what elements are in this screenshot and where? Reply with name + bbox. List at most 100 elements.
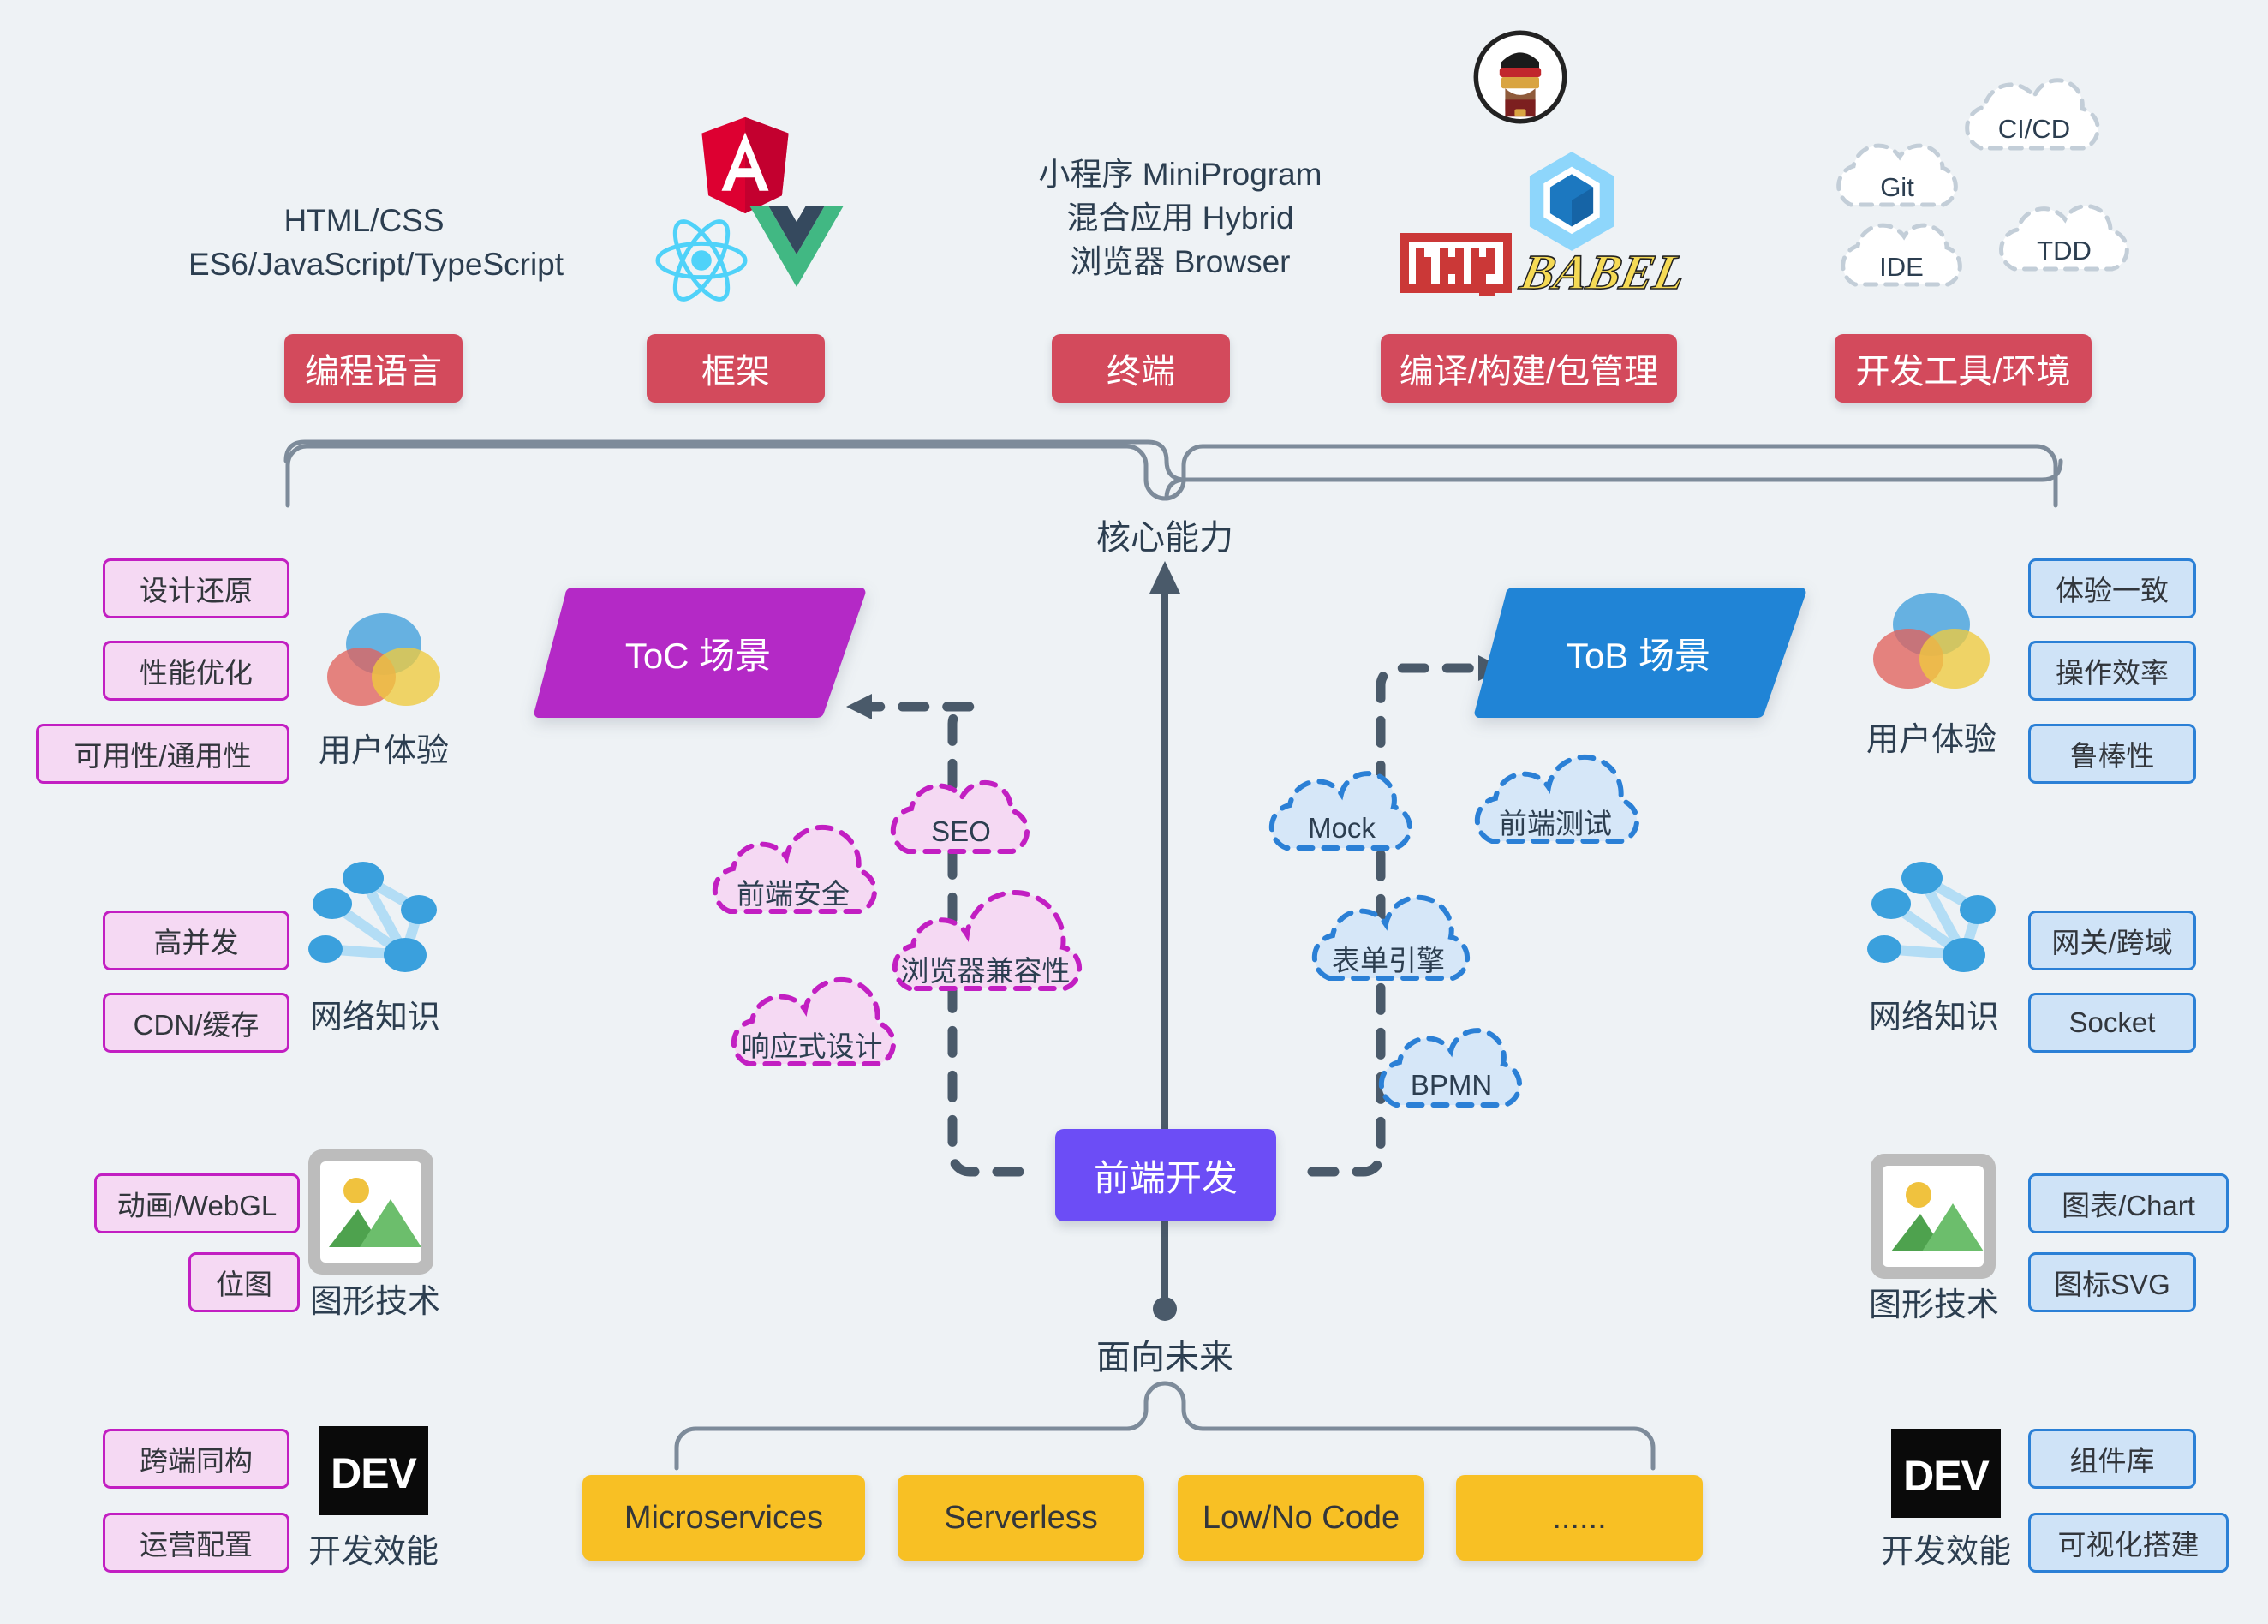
- tag-operation-config[interactable]: 运营配置: [103, 1513, 289, 1573]
- cloud-seo: SEO: [875, 779, 1047, 882]
- tag-label: 位图: [216, 1269, 272, 1300]
- toc-scenario-label: ToC 场景: [624, 635, 772, 676]
- tag-bitmap[interactable]: 位图: [188, 1252, 300, 1312]
- tag-high-concurrency[interactable]: 高并发: [103, 911, 289, 970]
- tag-animation-webgl[interactable]: 动画/WebGL: [94, 1173, 300, 1233]
- svg-text:DEV: DEV: [1903, 1452, 1990, 1500]
- section-caption-graphics-tech-right: 图形技术: [1868, 1287, 1999, 1323]
- caption-line: 混合应用 Hybrid: [1066, 200, 1294, 236]
- vue-logo-icon: [749, 206, 844, 287]
- category-chip-build-tooling[interactable]: 编译/构建/包管理: [1381, 334, 1677, 403]
- dev-badge-icon: DEV: [319, 1426, 428, 1515]
- dev-badge-icon-right: DEV: [1891, 1429, 2001, 1518]
- cloud-bpmn: BPMN: [1364, 1028, 1539, 1136]
- tag-gateway-cors[interactable]: 网关/跨域: [2028, 911, 2196, 970]
- tag-label: 可视化搭建: [2057, 1529, 2199, 1561]
- chip-label: 编译/构建/包管理: [1399, 353, 1659, 391]
- future-chip-low-no-code[interactable]: Low/No Code: [1178, 1475, 1424, 1561]
- chip-label: 框架: [701, 353, 770, 391]
- toc-scenario-shape[interactable]: ToC 场景: [531, 584, 866, 721]
- cloud-mock: Mock: [1254, 771, 1429, 879]
- cloud-responsive-design: 响应式设计: [713, 976, 911, 1095]
- cloud-form-engine: 表单引擎: [1293, 894, 1483, 1009]
- cloud-ide: IDE: [1824, 221, 1979, 313]
- grunt-logo-icon: [1473, 30, 1567, 124]
- core-capability-arrow: [1149, 561, 1180, 1138]
- terminal-caption: 小程序 MiniProgram 混合应用 Hybrid 浏览器 Browser: [966, 152, 1394, 284]
- bottom-bracket: [674, 1381, 1656, 1471]
- section-caption-user-experience-right: 用户体验: [1865, 722, 1996, 758]
- tob-scenario-shape[interactable]: ToB 场景: [1471, 584, 1806, 721]
- tag-label: 运营配置: [140, 1529, 253, 1561]
- venn-diagram-icon-right: [1869, 578, 1993, 702]
- section-caption-dev-efficiency-left: 开发效能: [307, 1534, 439, 1570]
- tag-label: 图标SVG: [2054, 1269, 2170, 1300]
- tag-label: Socket: [2068, 1006, 2156, 1038]
- tag-cross-platform-isomorphic[interactable]: 跨端同构: [103, 1429, 289, 1489]
- tag-operation-efficiency[interactable]: 操作效率: [2028, 641, 2196, 701]
- tag-usability-generality[interactable]: 可用性/通用性: [36, 724, 289, 784]
- svg-text:BABEL: BABEL: [1515, 245, 1691, 300]
- angular-logo-icon: [698, 114, 792, 217]
- cloud-cicd: CI/CD: [1949, 78, 2120, 177]
- tag-label: 高并发: [153, 927, 239, 958]
- section-caption-network-knowledge-left: 网络知识: [309, 1000, 440, 1036]
- section-caption-user-experience-left: 用户体验: [318, 733, 449, 769]
- tag-label: 跨端同构: [140, 1445, 253, 1477]
- caption-line: 小程序 MiniProgram: [1038, 157, 1322, 192]
- section-caption-network-knowledge-right: 网络知识: [1868, 1000, 1999, 1036]
- react-logo-icon: [651, 214, 752, 307]
- category-chip-framework[interactable]: 框架: [647, 334, 825, 403]
- center-node-label: 前端开发: [1093, 1157, 1238, 1198]
- future-chip-serverless[interactable]: Serverless: [898, 1475, 1144, 1561]
- tag-consistent-experience[interactable]: 体验一致: [2028, 558, 2196, 618]
- category-chip-dev-tools[interactable]: 开发工具/环境: [1835, 334, 2092, 403]
- future-chip-microservices[interactable]: Microservices: [582, 1475, 865, 1561]
- babel-logo-icon: BABEL: [1514, 236, 1691, 306]
- future-chip-ellipsis[interactable]: ......: [1456, 1475, 1703, 1561]
- tag-label: CDN/缓存: [133, 1009, 260, 1041]
- tag-visual-building[interactable]: 可视化搭建: [2028, 1513, 2229, 1573]
- section-caption-dev-efficiency-right: 开发效能: [1880, 1534, 2011, 1570]
- tag-design-restore[interactable]: 设计还原: [103, 558, 289, 618]
- tag-socket[interactable]: Socket: [2028, 993, 2196, 1053]
- chip-label: Low/No Code: [1202, 1499, 1400, 1536]
- cloud-tdd: TDD: [1983, 204, 2146, 298]
- caption-line: ES6/JavaScript/TypeScript: [188, 247, 564, 283]
- tag-label: 动画/WebGL: [116, 1190, 278, 1221]
- category-chip-programming-language[interactable]: 编程语言: [284, 334, 463, 403]
- top-bracket: [285, 444, 2058, 508]
- tag-label: 设计还原: [140, 575, 253, 606]
- tob-scenario-label: ToB 场景: [1566, 635, 1711, 676]
- tag-label: 可用性/通用性: [74, 740, 252, 772]
- tag-component-library[interactable]: 组件库: [2028, 1429, 2196, 1489]
- tag-cdn-cache[interactable]: CDN/缓存: [103, 993, 289, 1053]
- diagram-canvas: HTML/CSS ES6/JavaScript/TypeScript 小程序 M…: [0, 0, 2268, 1624]
- future-oriented-label: 面向未来: [1096, 1339, 1233, 1376]
- venn-diagram-icon: [324, 600, 444, 719]
- chip-label: Serverless: [944, 1499, 1098, 1536]
- future-connector: [1153, 1217, 1177, 1321]
- caption-line: 浏览器 Browser: [1070, 244, 1291, 280]
- cloud-frontend-testing: 前端测试: [1456, 754, 1655, 872]
- tag-label: 操作效率: [2056, 657, 2169, 689]
- network-graph-icon: [307, 848, 444, 989]
- tag-label: 鲁棒性: [2069, 740, 2155, 772]
- tag-robustness[interactable]: 鲁棒性: [2028, 724, 2196, 784]
- image-picture-icon-right: [1869, 1152, 1997, 1281]
- core-capability-label: 核心能力: [1096, 519, 1233, 557]
- tag-performance-optimization[interactable]: 性能优化: [103, 641, 289, 701]
- chip-label: Microservices: [624, 1499, 824, 1536]
- tag-label: 性能优化: [140, 657, 253, 689]
- tag-label: 体验一致: [2056, 575, 2169, 606]
- chip-label: 终端: [1107, 353, 1175, 391]
- tag-chart[interactable]: 图表/Chart: [2028, 1173, 2229, 1233]
- category-chip-terminal[interactable]: 终端: [1052, 334, 1230, 403]
- section-caption-graphics-tech-left: 图形技术: [309, 1284, 440, 1320]
- front-end-development-node[interactable]: 前端开发: [1055, 1129, 1276, 1221]
- tag-icon-svg[interactable]: 图标SVG: [2028, 1252, 2196, 1312]
- caption-line: HTML/CSS: [284, 203, 445, 238]
- svg-text:DEV: DEV: [331, 1449, 417, 1497]
- tag-label: 网关/跨域: [2051, 927, 2173, 958]
- programming-language-caption: HTML/CSS ES6/JavaScript/TypeScript: [188, 199, 564, 286]
